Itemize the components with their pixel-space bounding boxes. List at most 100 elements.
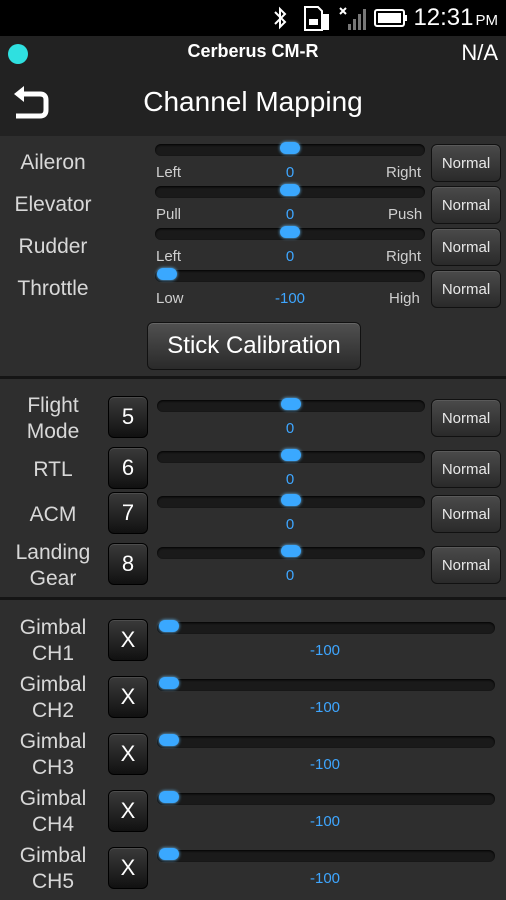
gimbal-ch2-slider[interactable] [157, 677, 495, 691]
gimbal-ch4-label: Gimbal CH4 [8, 786, 98, 838]
throttle-slider[interactable] [155, 268, 425, 282]
rudder-min-label: Left [156, 248, 182, 265]
clock-time: 12:31 [413, 4, 474, 31]
device-name: Cerberus CM-R [187, 41, 319, 61]
acm-channel-button[interactable]: 7 [108, 492, 148, 534]
aileron-slider-thumb[interactable] [280, 142, 300, 154]
elevator-value: 0 [285, 206, 295, 223]
throttle-mode-button[interactable]: Normal [431, 270, 501, 308]
rudder-label: Rudder [18, 235, 88, 258]
flight-mode-slider[interactable] [157, 398, 425, 412]
gimbal-ch2-value: -100 [309, 699, 341, 716]
rudder-max-label: Right [386, 248, 422, 265]
gimbal-ch4-slider-thumb[interactable] [159, 791, 179, 803]
elevator-slider[interactable] [155, 184, 425, 198]
rtl-slider-thumb[interactable] [281, 449, 301, 461]
throttle-slider-thumb[interactable] [157, 268, 177, 280]
rudder-value: 0 [285, 248, 295, 265]
gimbal-ch5-label-line2: CH5 [31, 870, 74, 893]
aileron-value: 0 [285, 164, 295, 181]
gimbal-ch3-slider-thumb[interactable] [159, 734, 179, 746]
flight-mode-channel-button[interactable]: 5 [108, 396, 148, 438]
battery-icon [374, 9, 407, 27]
gimbal-ch2-label-line2: CH2 [31, 699, 74, 722]
gimbal-ch1-label: Gimbal CH1 [8, 615, 98, 667]
flight-mode-slider-thumb[interactable] [281, 398, 301, 410]
acm-slider[interactable] [157, 494, 425, 508]
gimbal-ch5-channel-button[interactable]: X [108, 847, 148, 889]
gimbal-ch3-value: -100 [309, 756, 341, 773]
gimbal-ch2-label: Gimbal CH2 [8, 672, 98, 724]
gimbal-ch5-label-line1: Gimbal [19, 844, 87, 867]
gimbal-ch4-slider[interactable] [157, 791, 495, 805]
rtl-slider[interactable] [157, 449, 425, 463]
landing-gear-slider[interactable] [157, 545, 425, 559]
gimbal-ch1-channel-button[interactable]: X [108, 619, 148, 661]
flight-mode-value: 0 [285, 420, 295, 437]
landing-gear-label-line2: Gear [29, 567, 77, 590]
section-divider [0, 597, 506, 600]
flight-mode-mode-button[interactable]: Normal [431, 399, 501, 437]
gimbal-ch1-label-line1: Gimbal [19, 616, 87, 639]
gimbal-ch3-label-line1: Gimbal [19, 730, 87, 753]
gimbal-ch5-slider[interactable] [157, 848, 495, 862]
gimbal-ch3-label: Gimbal CH3 [8, 729, 98, 781]
rudder-mode-button[interactable]: Normal [431, 228, 501, 266]
gimbal-ch3-channel-button[interactable]: X [108, 733, 148, 775]
elevator-min-label: Pull [156, 206, 182, 223]
elevator-mode-button[interactable]: Normal [431, 186, 501, 224]
gimbal-ch4-label-line2: CH4 [31, 813, 74, 836]
section-divider [0, 376, 506, 379]
page-title: Channel Mapping [143, 86, 363, 117]
gimbal-ch4-label-line1: Gimbal [19, 787, 87, 810]
rudder-slider[interactable] [155, 226, 425, 240]
rudder-slider-thumb[interactable] [280, 226, 300, 238]
gimbal-ch3-label-line2: CH3 [31, 756, 74, 779]
gimbal-ch2-channel-button[interactable]: X [108, 676, 148, 718]
acm-label: ACM [29, 503, 77, 526]
acm-slider-thumb[interactable] [281, 494, 301, 506]
aileron-max-label: Right [386, 164, 422, 181]
aileron-min-label: Left [156, 164, 182, 181]
gimbal-ch3-slider[interactable] [157, 734, 495, 748]
gimbal-ch1-slider-thumb[interactable] [159, 620, 179, 632]
flight-mode-label: Flight Mode [8, 393, 98, 445]
status-bar: 12:31 PM [0, 0, 506, 36]
signal-icon [339, 7, 366, 30]
landing-gear-mode-button[interactable]: Normal [431, 546, 501, 584]
landing-gear-label: Landing Gear [8, 540, 98, 592]
stick-calibration-button[interactable]: Stick Calibration [147, 322, 361, 370]
elevator-slider-thumb[interactable] [280, 184, 300, 196]
gimbal-ch4-value: -100 [309, 813, 341, 830]
rtl-value: 0 [285, 471, 295, 488]
throttle-max-label: High [389, 290, 420, 307]
throttle-min-label: Low [156, 290, 184, 307]
flight-mode-label-line2: Mode [26, 420, 80, 443]
aileron-label: Aileron [20, 151, 86, 174]
gimbal-ch2-label-line1: Gimbal [19, 673, 87, 696]
aileron-mode-button[interactable]: Normal [431, 144, 501, 182]
connection-status: N/A [461, 40, 498, 65]
elevator-label: Elevator [14, 193, 92, 216]
landing-gear-slider-thumb[interactable] [281, 545, 301, 557]
rtl-mode-button[interactable]: Normal [431, 450, 501, 488]
gimbal-ch1-slider[interactable] [157, 620, 495, 634]
rtl-label: RTL [33, 458, 73, 481]
acm-mode-button[interactable]: Normal [431, 495, 501, 533]
aileron-slider[interactable] [155, 142, 425, 156]
sd-card-icon [304, 6, 329, 31]
gimbal-ch5-value: -100 [309, 870, 341, 887]
rtl-channel-button[interactable]: 6 [108, 447, 148, 489]
gimbal-ch4-channel-button[interactable]: X [108, 790, 148, 832]
landing-gear-value: 0 [285, 567, 295, 584]
landing-gear-label-line1: Landing [15, 541, 91, 564]
landing-gear-channel-button[interactable]: 8 [108, 543, 148, 585]
acm-value: 0 [285, 516, 295, 533]
gimbal-ch5-label: Gimbal CH5 [8, 843, 98, 895]
gimbal-ch1-value: -100 [309, 642, 341, 659]
clock-ampm: PM [475, 12, 499, 29]
throttle-label: Throttle [17, 277, 89, 300]
gimbal-ch2-slider-thumb[interactable] [159, 677, 179, 689]
throttle-value: -100 [274, 290, 306, 307]
gimbal-ch5-slider-thumb[interactable] [159, 848, 179, 860]
